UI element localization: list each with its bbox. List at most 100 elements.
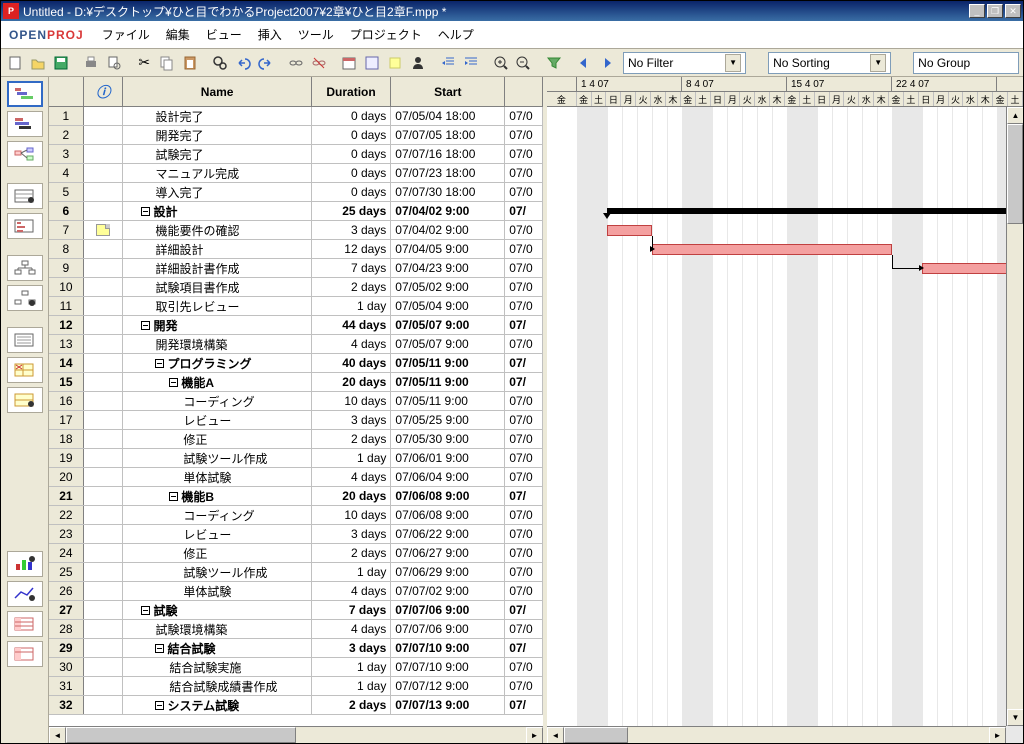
- name-cell[interactable]: 試験ツール作成: [123, 449, 312, 467]
- row-number[interactable]: 13: [49, 335, 84, 353]
- name-cell[interactable]: 設計完了: [123, 107, 312, 125]
- start-cell[interactable]: 07/06/22 9:00: [391, 525, 505, 543]
- header-name[interactable]: Name: [123, 77, 311, 106]
- table-row[interactable]: 24修正2 days07/06/27 9:0007/0: [49, 544, 543, 563]
- indicator-cell[interactable]: [84, 544, 124, 562]
- finish-cell[interactable]: 07/: [505, 354, 543, 372]
- finish-cell[interactable]: 07/0: [505, 297, 543, 315]
- row-number[interactable]: 11: [49, 297, 84, 315]
- table-row[interactable]: 27試験7 days07/07/06 9:0007/: [49, 601, 543, 620]
- indent-button[interactable]: [460, 52, 481, 74]
- close-button[interactable]: ✕: [1005, 4, 1021, 18]
- finish-cell[interactable]: 07/0: [505, 449, 543, 467]
- menu-file[interactable]: ファイル: [94, 22, 158, 47]
- table-row[interactable]: 11取引先レビュー1 day07/05/04 9:0007/0: [49, 297, 543, 316]
- table-row[interactable]: 26単体試験4 days07/07/02 9:0007/0: [49, 582, 543, 601]
- table-row[interactable]: 17レビュー3 days07/05/25 9:0007/0: [49, 411, 543, 430]
- row-number[interactable]: 14: [49, 354, 84, 372]
- paste-button[interactable]: [180, 52, 201, 74]
- scroll-thumb[interactable]: [564, 727, 628, 743]
- table-row[interactable]: 15機能A20 days07/05/11 9:0007/: [49, 373, 543, 392]
- start-cell[interactable]: 07/07/16 18:00: [391, 145, 505, 163]
- row-number[interactable]: 19: [49, 449, 84, 467]
- indicator-cell[interactable]: [84, 126, 124, 144]
- view-tracking-button[interactable]: [7, 111, 43, 137]
- table-row[interactable]: 12開発44 days07/05/07 9:0007/: [49, 316, 543, 335]
- save-button[interactable]: [51, 52, 72, 74]
- minimize-button[interactable]: _: [969, 4, 985, 18]
- finish-cell[interactable]: 07/0: [505, 677, 543, 695]
- find-button[interactable]: [210, 52, 231, 74]
- calendar-button[interactable]: [338, 52, 359, 74]
- open-button[interactable]: [28, 52, 49, 74]
- header-indicator[interactable]: ⓘ: [84, 77, 124, 106]
- indicator-cell[interactable]: [84, 107, 124, 125]
- duration-cell[interactable]: 0 days: [312, 183, 391, 201]
- finish-cell[interactable]: 07/0: [505, 411, 543, 429]
- table-row[interactable]: 19 試験ツール作成1 day07/06/01 9:0007/0: [49, 449, 543, 468]
- name-cell[interactable]: 試験環境構築: [123, 620, 312, 638]
- view-detail-button[interactable]: [7, 357, 43, 383]
- duration-cell[interactable]: 0 days: [312, 126, 391, 144]
- indicator-cell[interactable]: [84, 221, 124, 239]
- duration-cell[interactable]: 20 days: [312, 373, 391, 391]
- indicator-cell[interactable]: [84, 316, 124, 334]
- duration-cell[interactable]: 4 days: [312, 335, 391, 353]
- duration-cell[interactable]: 3 days: [312, 411, 391, 429]
- duration-cell[interactable]: 7 days: [312, 259, 391, 277]
- name-cell[interactable]: 機能A: [123, 373, 312, 391]
- row-number[interactable]: 12: [49, 316, 84, 334]
- gantt-summary-bar[interactable]: [607, 208, 1023, 214]
- menu-help[interactable]: ヘルプ: [430, 22, 482, 47]
- name-cell[interactable]: 単体試験: [123, 582, 312, 600]
- finish-cell[interactable]: 07/0: [505, 620, 543, 638]
- indicator-cell[interactable]: [84, 373, 124, 391]
- duration-cell[interactable]: 1 day: [312, 449, 391, 467]
- indicator-cell[interactable]: [84, 677, 124, 695]
- finish-cell[interactable]: 07/: [505, 373, 543, 391]
- view-wbs-button[interactable]: [7, 255, 43, 281]
- scroll-right-button[interactable]: [596, 52, 617, 74]
- table-row[interactable]: 1設計完了0 days07/05/04 18:0007/0: [49, 107, 543, 126]
- name-cell[interactable]: 結合試験: [123, 639, 312, 657]
- name-cell[interactable]: 開発環境構築: [123, 335, 312, 353]
- start-cell[interactable]: 07/06/08 9:00: [391, 487, 505, 505]
- row-number[interactable]: 2: [49, 126, 84, 144]
- table-row[interactable]: 32システム試験2 days07/07/13 9:0007/: [49, 696, 543, 715]
- duration-cell[interactable]: 1 day: [312, 658, 391, 676]
- start-cell[interactable]: 07/05/30 9:00: [391, 430, 505, 448]
- finish-cell[interactable]: 07/: [505, 487, 543, 505]
- indicator-cell[interactable]: [84, 430, 124, 448]
- duration-cell[interactable]: 2 days: [312, 278, 391, 296]
- finish-cell[interactable]: 07/: [505, 696, 543, 714]
- start-cell[interactable]: 07/07/10 9:00: [391, 639, 505, 657]
- outdent-button[interactable]: [437, 52, 458, 74]
- table-row[interactable]: 6設計25 days07/04/02 9:0007/: [49, 202, 543, 221]
- finish-cell[interactable]: 07/0: [505, 563, 543, 581]
- finish-cell[interactable]: 07/0: [505, 525, 543, 543]
- indicator-cell[interactable]: [84, 658, 124, 676]
- start-cell[interactable]: 07/05/04 18:00: [391, 107, 505, 125]
- start-cell[interactable]: 07/06/01 9:00: [391, 449, 505, 467]
- gantt-task-bar[interactable]: [607, 225, 652, 236]
- finish-cell[interactable]: 07/0: [505, 145, 543, 163]
- table-row[interactable]: 10試験項目書作成2 days07/05/02 9:0007/0: [49, 278, 543, 297]
- table-row[interactable]: 21機能B20 days07/06/08 9:0007/: [49, 487, 543, 506]
- scroll-down-icon[interactable]: ▼: [1007, 709, 1023, 726]
- table-row[interactable]: 13開発環境構築4 days07/05/07 9:0007/0: [49, 335, 543, 354]
- maximize-button[interactable]: ❐: [987, 4, 1003, 18]
- sort-combo[interactable]: No Sorting▼: [768, 52, 891, 74]
- indicator-cell[interactable]: [84, 202, 124, 220]
- duration-cell[interactable]: 3 days: [312, 525, 391, 543]
- undo-button[interactable]: [233, 52, 254, 74]
- duration-cell[interactable]: 1 day: [312, 297, 391, 315]
- finish-cell[interactable]: 07/: [505, 316, 543, 334]
- finish-cell[interactable]: 07/: [505, 601, 543, 619]
- table-row[interactable]: 22コーディング10 days07/06/08 9:0007/0: [49, 506, 543, 525]
- finish-cell[interactable]: 07/0: [505, 126, 543, 144]
- duration-cell[interactable]: 2 days: [312, 696, 391, 714]
- row-number[interactable]: 10: [49, 278, 84, 296]
- indicator-cell[interactable]: [84, 240, 124, 258]
- finish-cell[interactable]: 07/0: [505, 259, 543, 277]
- indicator-cell[interactable]: [84, 297, 124, 315]
